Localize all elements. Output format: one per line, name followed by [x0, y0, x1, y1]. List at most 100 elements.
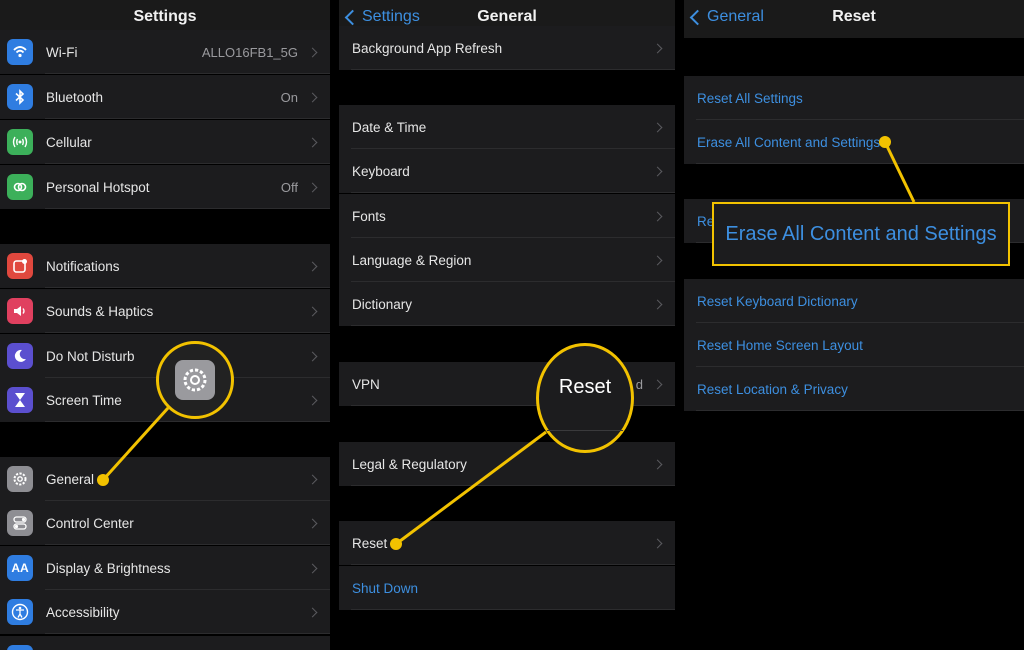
general-item-dictionary[interactable]: Dictionary	[339, 282, 675, 326]
general-item-date-time[interactable]: Date & Time	[339, 105, 675, 149]
general-item-keyboard[interactable]: Keyboard	[339, 149, 675, 193]
general-item-label: Fonts	[352, 208, 386, 224]
settings-panel: Settings Wi-Fi ALLO16FB1_5G Bluetooth On…	[0, 0, 330, 650]
accessibility-icon	[7, 599, 33, 625]
chevron-right-icon	[307, 182, 318, 192]
general-panel: Settings General Background App Refresh …	[339, 0, 675, 650]
bluetooth-status-value: On	[280, 89, 298, 105]
toggles-icon	[7, 510, 33, 536]
settings-item-general[interactable]: General	[0, 457, 330, 501]
settings-item-cellular[interactable]: Cellular	[0, 120, 330, 164]
chevron-right-icon	[307, 261, 318, 271]
settings-item-label: Cellular	[46, 134, 92, 150]
reset-panel: General Reset Reset All Settings Erase A…	[684, 0, 1024, 650]
general-item-label: Reset	[352, 535, 388, 551]
reset-all-settings-item[interactable]: Reset All Settings	[684, 76, 1024, 120]
settings-item-label: Bluetooth	[46, 89, 104, 105]
settings-item-label: Display & Brightness	[46, 560, 171, 576]
text-size-icon: AA	[7, 555, 33, 581]
chevron-right-icon	[652, 379, 663, 389]
page-title: General	[477, 8, 537, 25]
vpn-status-value: d	[635, 376, 643, 392]
chevron-right-icon	[307, 137, 318, 147]
settings-item-label: General	[46, 471, 95, 487]
chevron-right-icon	[652, 299, 663, 309]
reset-home-screen-layout-item[interactable]: Reset Home Screen Layout	[684, 323, 1024, 367]
reset-item-label: Reset Location & Privacy	[697, 381, 848, 397]
moon-icon	[7, 343, 33, 369]
general-item-language-region[interactable]: Language & Region	[339, 238, 675, 282]
gear-icon	[175, 360, 215, 400]
shut-down-label: Shut Down	[352, 580, 419, 596]
settings-item-accessibility[interactable]: Accessibility	[0, 590, 330, 634]
general-item-label: Keyboard	[352, 163, 410, 179]
settings-item-label: Control Center	[46, 515, 134, 531]
hourglass-icon	[7, 387, 33, 413]
settings-item-wifi[interactable]: Wi-Fi ALLO16FB1_5G	[0, 30, 330, 74]
highlight-dot	[97, 474, 109, 486]
settings-item-label: Wi-Fi	[46, 44, 78, 60]
chevron-right-icon	[652, 166, 663, 176]
reset-item-label: Reset Keyboard Dictionary	[697, 293, 858, 309]
chevron-right-icon	[307, 474, 318, 484]
page-title: Settings	[133, 8, 197, 25]
settings-item-label: Notifications	[46, 258, 120, 274]
reset-keyboard-dictionary-item[interactable]: Reset Keyboard Dictionary	[684, 279, 1024, 323]
erase-all-content-callout: Erase All Content and Settings	[712, 202, 1010, 266]
general-item-label: Background App Refresh	[352, 40, 503, 56]
highlight-dot	[879, 136, 891, 148]
general-item-label: Date & Time	[352, 119, 427, 135]
app-icon	[7, 645, 33, 650]
chevron-right-icon	[652, 538, 663, 548]
erase-all-content-item[interactable]: Erase All Content and Settings	[684, 120, 1024, 164]
settings-item-partial	[0, 636, 330, 650]
reset-item-label: Reset Home Screen Layout	[697, 337, 863, 353]
notifications-icon	[7, 253, 33, 279]
reset-location-privacy-item[interactable]: Reset Location & Privacy	[684, 367, 1024, 411]
bluetooth-icon	[7, 84, 33, 110]
general-item-fonts[interactable]: Fonts	[339, 194, 675, 238]
settings-item-sounds-haptics[interactable]: Sounds & Haptics	[0, 289, 330, 333]
hotspot-icon	[7, 174, 33, 200]
reset-navbar: General Reset	[684, 0, 1024, 38]
gear-icon	[7, 466, 33, 492]
settings-item-label: Do Not Disturb	[46, 348, 135, 364]
chevron-right-icon	[307, 395, 318, 405]
sounds-icon	[7, 298, 33, 324]
wifi-icon	[7, 39, 33, 65]
reset-item-label: Reset All Settings	[697, 90, 803, 106]
settings-item-control-center[interactable]: Control Center	[0, 501, 330, 545]
settings-item-notifications[interactable]: Notifications	[0, 244, 330, 288]
chevron-right-icon	[307, 306, 318, 316]
chevron-right-icon	[652, 43, 663, 53]
chevron-right-icon	[652, 122, 663, 132]
page-title: Reset	[832, 8, 876, 25]
chevron-right-icon	[307, 92, 318, 102]
general-item-legal-regulatory[interactable]: Legal & Regulatory	[339, 442, 675, 486]
settings-item-bluetooth[interactable]: Bluetooth On	[0, 75, 330, 119]
chevron-right-icon	[307, 607, 318, 617]
settings-item-label: Sounds & Haptics	[46, 303, 154, 319]
chevron-right-icon	[307, 47, 318, 57]
chevron-right-icon	[307, 518, 318, 528]
chevron-right-icon	[307, 563, 318, 573]
reset-item-label: Erase All Content and Settings	[697, 134, 881, 150]
reset-zoom-callout: Reset	[536, 343, 634, 453]
cellular-icon	[7, 129, 33, 155]
hotspot-status-value: Off	[280, 179, 298, 195]
general-item-background-app-refresh[interactable]: Background App Refresh	[339, 26, 675, 70]
chevron-right-icon	[307, 351, 318, 361]
separator	[547, 430, 623, 431]
general-item-label: VPN	[352, 376, 380, 392]
gear-zoom-callout	[156, 341, 234, 419]
general-item-shut-down[interactable]: Shut Down	[339, 566, 675, 610]
settings-item-label: Accessibility	[46, 604, 120, 620]
highlight-dot	[390, 538, 402, 550]
settings-item-display-brightness[interactable]: AA Display & Brightness	[0, 546, 330, 590]
general-item-label: Language & Region	[352, 252, 472, 268]
settings-item-personal-hotspot[interactable]: Personal Hotspot Off	[0, 165, 330, 209]
general-item-label: Legal & Regulatory	[352, 456, 467, 472]
general-item-label: Dictionary	[352, 296, 413, 312]
chevron-right-icon	[652, 459, 663, 469]
chevron-right-icon	[652, 255, 663, 265]
